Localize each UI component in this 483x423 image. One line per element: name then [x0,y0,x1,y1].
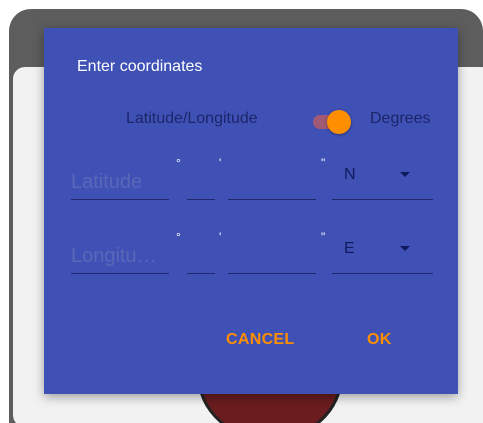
latitude-input[interactable]: Latitude [71,166,169,200]
hemisphere-value: E [344,240,355,257]
second-symbol: " [321,230,326,244]
latitude-minutes-input[interactable] [187,166,215,200]
underline [228,199,316,200]
longitude-input[interactable]: Longitu… [71,240,169,274]
longitude-seconds-input[interactable] [228,240,316,274]
toggle-right-label: Degrees [370,110,431,127]
hemisphere-value: N [344,166,356,183]
dropdown-arrow-icon [400,246,410,251]
underline [187,199,215,200]
ok-button[interactable]: OK [367,331,392,349]
underline [228,273,316,274]
longitude-placeholder: Longitu… [71,245,157,267]
latitude-seconds-input[interactable] [228,166,316,200]
second-symbol: " [321,156,326,170]
dropdown-arrow-icon [400,172,410,177]
underline [332,199,433,200]
cancel-button[interactable]: CANCEL [226,331,294,349]
latitude-placeholder: Latitude [71,171,143,193]
underline [187,273,215,274]
enter-coordinates-dialog: Enter coordinates Latitude/Longitude Deg… [44,28,458,394]
longitude-hemisphere-select[interactable]: E [332,236,433,274]
minute-symbol: ' [219,230,222,244]
toggle-thumb [327,110,351,134]
underline [71,273,169,274]
minute-symbol: ' [219,156,222,170]
degree-symbol: ° [176,156,181,170]
underline [332,273,433,274]
longitude-minutes-input[interactable] [187,240,215,274]
format-toggle-switch[interactable] [311,110,353,134]
latitude-hemisphere-select[interactable]: N [332,162,433,200]
dialog-title: Enter coordinates [77,58,203,75]
underline [71,199,169,200]
toggle-left-label: Latitude/Longitude [126,110,258,127]
degree-symbol: ° [176,230,181,244]
